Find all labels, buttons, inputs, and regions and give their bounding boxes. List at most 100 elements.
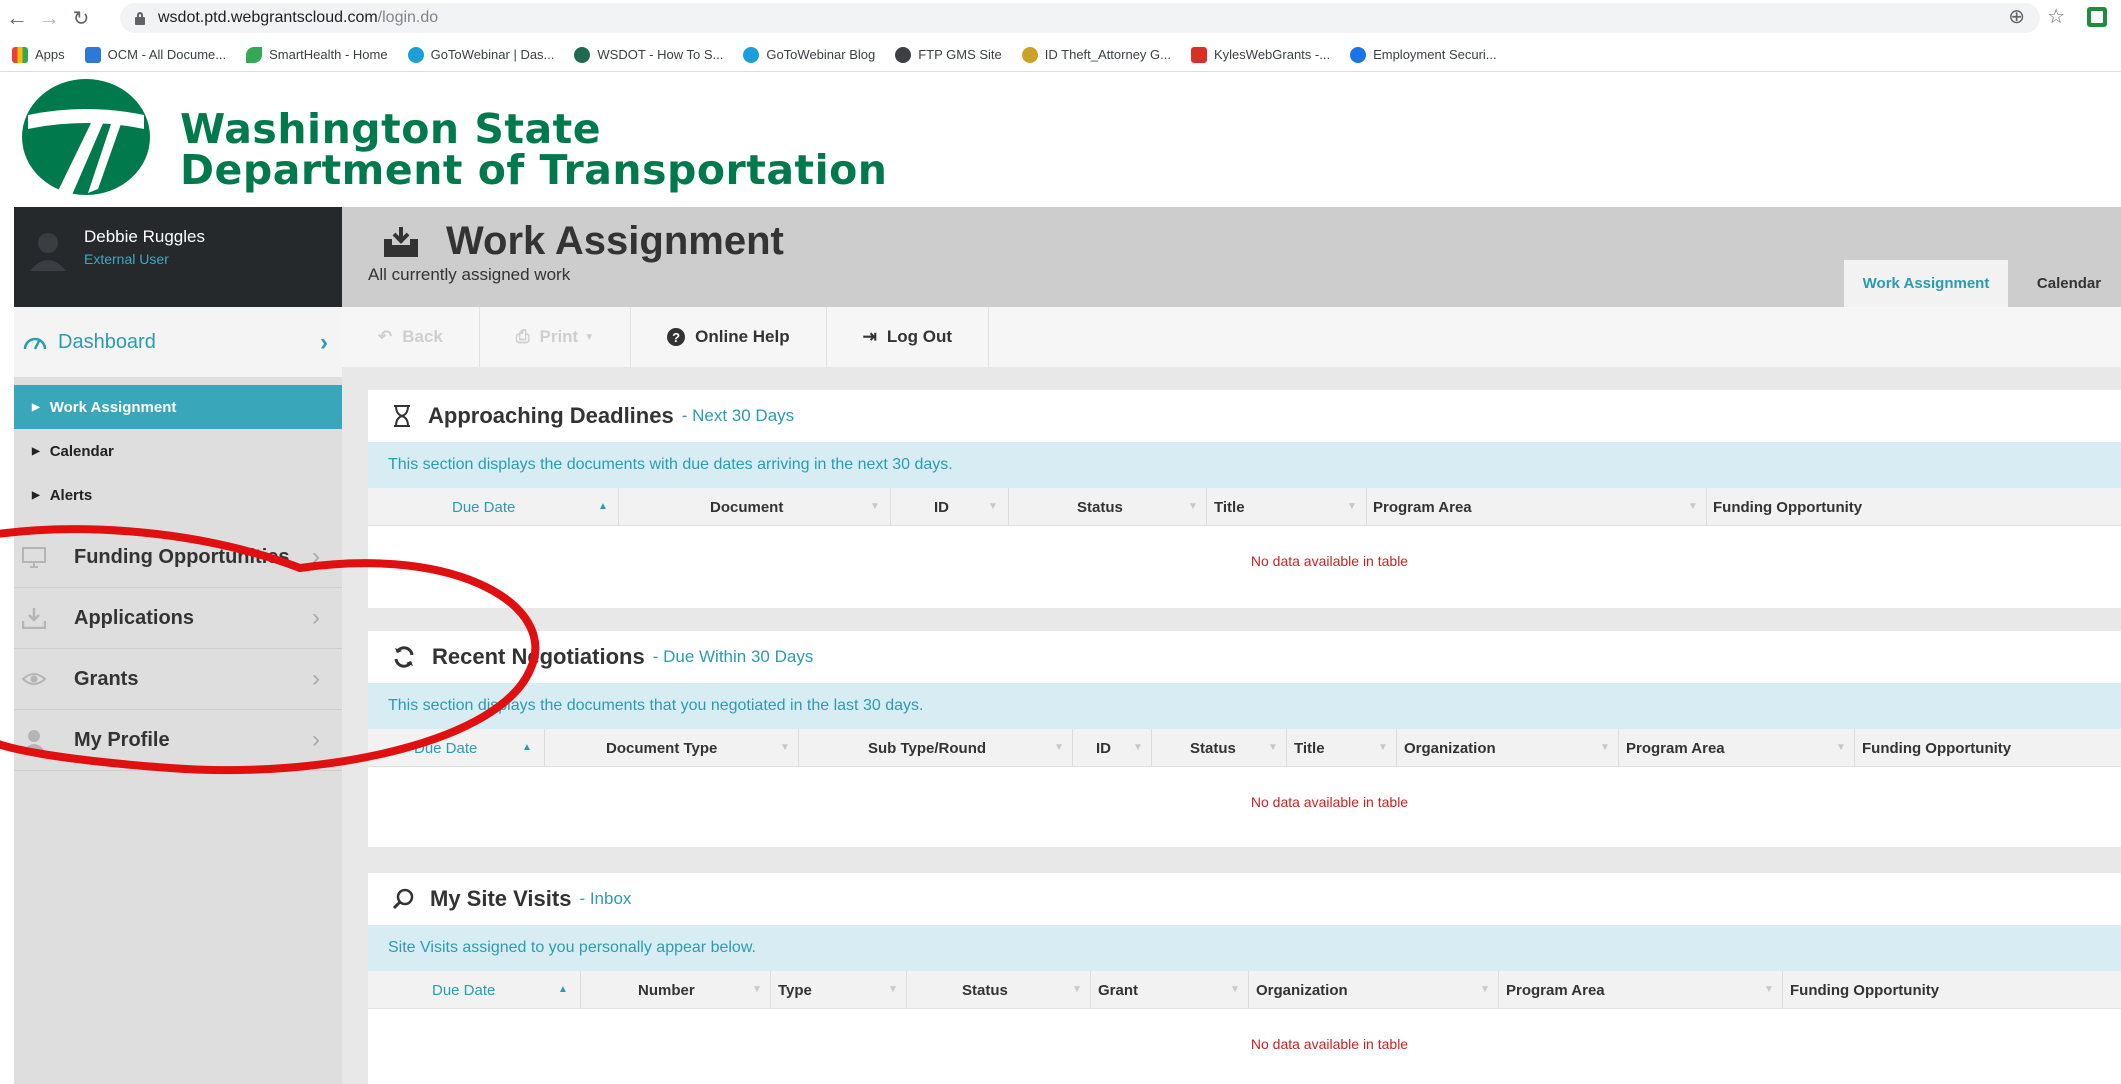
column-title[interactable]: Title bbox=[1214, 488, 1245, 526]
column-funding-opportunity[interactable]: Funding Opportunity bbox=[1713, 488, 1862, 526]
column-program-area[interactable]: Program Area bbox=[1506, 971, 1605, 1009]
column-document-type[interactable]: Document Type bbox=[606, 729, 717, 767]
bookmark-ftp-gms[interactable]: FTP GMS Site bbox=[895, 46, 1002, 63]
log-out-button[interactable]: ⇥ Log Out bbox=[827, 307, 990, 367]
bookmark-gotowebinar-dash[interactable]: GoToWebinar | Das... bbox=[407, 46, 554, 63]
column-funding-opportunity[interactable]: Funding Opportunity bbox=[1790, 971, 1939, 1009]
sort-icon[interactable]: ▼ bbox=[1188, 501, 1198, 512]
extension-icon[interactable] bbox=[2087, 6, 2107, 27]
sidebar-item-funding-opportunities[interactable]: Funding Opportunities › bbox=[14, 527, 342, 588]
bookmark-gotowebinar-blog[interactable]: GoToWebinar Blog bbox=[743, 46, 875, 63]
rss-icon bbox=[1191, 46, 1207, 63]
sort-icon[interactable]: ▼ bbox=[1347, 501, 1357, 512]
sort-icon[interactable]: ▼ bbox=[780, 742, 790, 753]
sharepoint-icon bbox=[84, 46, 101, 63]
sort-icon[interactable]: ▼ bbox=[1054, 742, 1064, 753]
dashboard-submenu: ▶ Work Assignment ▶ Calendar ▶ Alerts bbox=[14, 377, 342, 517]
download-tray-icon bbox=[22, 608, 46, 629]
sort-asc-icon[interactable]: ▲ bbox=[598, 501, 608, 512]
panel-tag: - Next 30 Days bbox=[681, 406, 795, 425]
sort-icon[interactable]: ▼ bbox=[1600, 742, 1610, 753]
sort-icon[interactable]: ▼ bbox=[1764, 984, 1774, 995]
column-due-date[interactable]: Due Date bbox=[432, 971, 495, 1009]
bookmark-wsdot-howto[interactable]: WSDOT - How To S... bbox=[574, 46, 723, 63]
sort-asc-icon[interactable]: ▲ bbox=[558, 984, 568, 995]
page-header: Work Assignment All currently assigned w… bbox=[342, 207, 2121, 307]
bookmark-kyleswebgrants[interactable]: KylesWebGrants -... bbox=[1191, 46, 1330, 63]
bookmark-id-theft[interactable]: ID Theft_Attorney G... bbox=[1021, 46, 1171, 63]
column-status[interactable]: Status bbox=[1190, 729, 1236, 767]
column-number[interactable]: Number bbox=[638, 971, 695, 1009]
approaching-deadlines-panel: Approaching Deadlines - Next 30 Days Thi… bbox=[368, 390, 2121, 608]
bookmark-apps[interactable]: Apps bbox=[12, 46, 65, 63]
page-subtitle: All currently assigned work bbox=[368, 265, 571, 284]
bookmark-employment-security[interactable]: Employment Securi... bbox=[1350, 46, 1497, 63]
user-role: External User bbox=[84, 251, 169, 267]
sidebar-item-work-assignment[interactable]: ▶ Work Assignment bbox=[14, 385, 342, 429]
zoom-icon[interactable]: ⊕ bbox=[2008, 4, 2025, 29]
reload-icon[interactable]: ↻ bbox=[66, 3, 96, 33]
column-id[interactable]: ID bbox=[1096, 729, 1111, 767]
bookmark-ocm[interactable]: OCM - All Docume... bbox=[84, 46, 226, 63]
chevron-right-icon: › bbox=[312, 543, 320, 570]
url-host: wsdot.ptd.webgrantscloud.com bbox=[158, 9, 378, 26]
sort-icon[interactable]: ▼ bbox=[1133, 742, 1143, 753]
column-title[interactable]: Title bbox=[1294, 729, 1325, 767]
sidebar-item-grants[interactable]: Grants › bbox=[14, 649, 342, 710]
column-status[interactable]: Status bbox=[962, 971, 1008, 1009]
panel-title: Recent Negotiations bbox=[432, 644, 645, 669]
sidebar-item-alerts[interactable]: ▶ Alerts bbox=[14, 473, 342, 517]
back-arrow-icon[interactable]: ← bbox=[2, 3, 32, 33]
eye-icon bbox=[22, 673, 46, 685]
forward-arrow-icon[interactable]: → bbox=[34, 3, 64, 33]
online-help-button[interactable]: ? Online Help bbox=[631, 307, 827, 367]
column-due-date[interactable]: Due Date bbox=[414, 729, 477, 767]
panel-title: My Site Visits bbox=[430, 886, 572, 911]
star-icon[interactable]: ☆ bbox=[2047, 4, 2065, 29]
main-content: Approaching Deadlines - Next 30 Days Thi… bbox=[342, 367, 2121, 1084]
wsdot-logo-icon bbox=[22, 79, 150, 195]
column-funding-opportunity[interactable]: Funding Opportunity bbox=[1862, 729, 2011, 767]
my-site-visits-panel: My Site Visits - Inbox Site Visits assig… bbox=[368, 873, 2121, 1084]
chevron-right-icon: › bbox=[312, 604, 320, 631]
table-header: Due Date ▲ Number ▼ Type ▼ Status ▼ Gran… bbox=[368, 971, 2121, 1009]
column-organization[interactable]: Organization bbox=[1404, 729, 1496, 767]
hourglass-icon bbox=[394, 405, 410, 427]
sort-icon[interactable]: ▼ bbox=[1230, 984, 1240, 995]
column-document[interactable]: Document bbox=[710, 488, 783, 526]
column-organization[interactable]: Organization bbox=[1256, 971, 1348, 1009]
column-program-area[interactable]: Program Area bbox=[1373, 488, 1472, 526]
sort-icon[interactable]: ▼ bbox=[1836, 742, 1846, 753]
sidebar-item-my-profile[interactable]: My Profile › bbox=[14, 710, 342, 771]
sidebar-item-dashboard[interactable]: Dashboard › bbox=[14, 307, 342, 377]
sort-asc-icon[interactable]: ▲ bbox=[522, 742, 532, 753]
sidebar-item-applications[interactable]: Applications › bbox=[14, 588, 342, 649]
sort-icon[interactable]: ▼ bbox=[888, 984, 898, 995]
tab-calendar[interactable]: Calendar bbox=[2017, 260, 2121, 307]
bookmark-smarthealth[interactable]: SmartHealth - Home bbox=[246, 46, 388, 63]
column-due-date[interactable]: Due Date bbox=[452, 488, 515, 526]
sort-icon[interactable]: ▼ bbox=[1072, 984, 1082, 995]
tab-work-assignment[interactable]: Work Assignment bbox=[1844, 260, 2008, 307]
sort-icon[interactable]: ▼ bbox=[988, 501, 998, 512]
print-button[interactable]: ⎙ Print ▼ bbox=[480, 307, 632, 367]
column-id[interactable]: ID bbox=[934, 488, 949, 526]
chevron-right-icon: › bbox=[312, 665, 320, 692]
sort-icon[interactable]: ▼ bbox=[1480, 984, 1490, 995]
panel-title: Approaching Deadlines bbox=[428, 403, 674, 428]
menu-label: My Profile bbox=[74, 728, 170, 751]
sort-icon[interactable]: ▼ bbox=[870, 501, 880, 512]
sidebar-item-calendar[interactable]: ▶ Calendar bbox=[14, 429, 342, 473]
column-program-area[interactable]: Program Area bbox=[1626, 729, 1725, 767]
sort-icon[interactable]: ▼ bbox=[1268, 742, 1278, 753]
column-sub-type-round[interactable]: Sub Type/Round bbox=[868, 729, 986, 767]
sort-icon[interactable]: ▼ bbox=[752, 984, 762, 995]
sort-icon[interactable]: ▼ bbox=[1688, 501, 1698, 512]
column-status[interactable]: Status bbox=[1077, 488, 1123, 526]
column-grant[interactable]: Grant bbox=[1098, 971, 1138, 1009]
address-bar[interactable]: wsdot.ptd.webgrantscloud.com/login.do bbox=[120, 3, 2040, 33]
back-button[interactable]: ↶ Back bbox=[342, 307, 480, 367]
user-avatar-icon bbox=[30, 233, 66, 271]
sort-icon[interactable]: ▼ bbox=[1378, 742, 1388, 753]
column-type[interactable]: Type bbox=[778, 971, 812, 1009]
